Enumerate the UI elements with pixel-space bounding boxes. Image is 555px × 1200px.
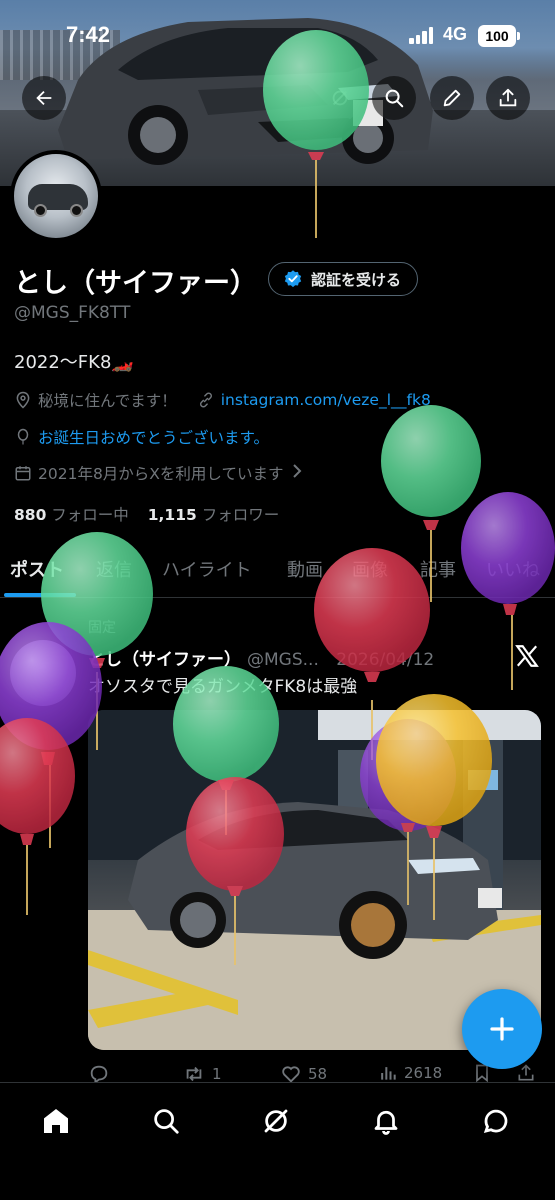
- get-verified-label: 認証を受ける: [311, 270, 402, 289]
- get-verified-button[interactable]: 認証を受ける: [268, 262, 419, 296]
- profile-meta-location-website: 秘境に住んでます！ instagram.com/veze_l__fk8: [14, 389, 431, 411]
- profile-avatar[interactable]: [10, 150, 102, 242]
- balloon-icon: [14, 428, 32, 446]
- tab-likes[interactable]: いいね: [486, 556, 540, 582]
- back-button[interactable]: [22, 76, 66, 120]
- profile-meta-birthday: お誕生日おめでとうございます。: [14, 426, 269, 448]
- pinned-label: 固定: [88, 620, 116, 636]
- compose-post-button[interactable]: [462, 989, 542, 1069]
- battery-icon: 100: [478, 25, 520, 47]
- profile-tabs: ポスト 返信 ハイライト 動画 画像 記事 いいね: [0, 540, 555, 598]
- message-bubble-icon: [483, 1109, 508, 1133]
- nav-home[interactable]: [36, 1101, 76, 1141]
- search-icon: [154, 1109, 179, 1134]
- like-count: 58: [308, 1065, 328, 1083]
- link-icon: [197, 391, 215, 409]
- search-icon: [385, 89, 404, 108]
- followers-link[interactable]: 1,115 フォロワー: [148, 506, 279, 524]
- tab-articles[interactable]: 記事: [420, 556, 456, 582]
- home-icon: [44, 1109, 68, 1133]
- share-button[interactable]: [486, 76, 530, 120]
- car-photo: [88, 710, 541, 1050]
- post-author-avatar[interactable]: [10, 640, 76, 706]
- cellular-signal-icon: [409, 26, 435, 44]
- nav-messages[interactable]: [476, 1101, 516, 1141]
- views-chart-icon: [381, 1067, 396, 1080]
- post-text: オソスタで見るガンメタFK8は最強: [88, 677, 358, 697]
- status-bar: 7:42 4G 100: [0, 0, 555, 70]
- following-link[interactable]: 880 フォロー中: [14, 506, 129, 524]
- user-handle: @MGS_FK8TT: [14, 303, 131, 323]
- grok-icon: [264, 1109, 288, 1133]
- share-icon: [499, 88, 517, 107]
- search-button[interactable]: [372, 76, 416, 120]
- post-author-name[interactable]: とし（サイファー）: [88, 650, 241, 670]
- plus-icon: [490, 1017, 514, 1041]
- follow-stats: 880 フォロー中 1,115 フォロワー: [14, 503, 279, 525]
- bell-icon: [374, 1110, 398, 1135]
- pencil-icon: [443, 89, 461, 107]
- view-count: 2618: [404, 1064, 443, 1082]
- nav-grok[interactable]: [256, 1101, 296, 1141]
- arrow-left-icon: [36, 90, 52, 106]
- active-tab-indicator: [4, 593, 76, 597]
- views-button[interactable]: 2618: [378, 1063, 442, 1083]
- nav-search[interactable]: [146, 1101, 186, 1141]
- website-link[interactable]: instagram.com/veze_l__fk8: [221, 391, 431, 409]
- tab-media[interactable]: 画像: [352, 556, 388, 582]
- chevron-right-icon: [291, 464, 303, 482]
- grok-button[interactable]: [318, 76, 362, 120]
- location-pin-icon: [14, 391, 32, 409]
- tab-highlights[interactable]: ハイライト: [162, 556, 252, 582]
- nav-notifications[interactable]: [366, 1101, 406, 1141]
- post-share-button[interactable]: [516, 1063, 536, 1083]
- birthday-text: お誕生日おめでとうございます。: [38, 429, 269, 447]
- tab-replies[interactable]: 返信: [96, 556, 132, 582]
- post-date: 2026/04/12: [336, 650, 435, 670]
- tab-videos[interactable]: 動画: [287, 556, 323, 582]
- edit-button[interactable]: [430, 76, 474, 120]
- balloon-red: [0, 718, 75, 915]
- verified-badge-icon: [284, 270, 302, 288]
- status-time: 7:42: [66, 22, 111, 47]
- post-image[interactable]: [88, 710, 541, 1050]
- bottom-navigation: [0, 1082, 555, 1200]
- post-header: とし（サイファー） @MGS... 2026/04/12: [88, 645, 434, 670]
- share-icon: [518, 1064, 534, 1081]
- profile-bio: 2022〜FK8🏎️: [14, 352, 134, 373]
- post-author-handle: @MGS...: [247, 650, 319, 670]
- display-name: とし（サイファー）: [14, 268, 257, 299]
- location-text: 秘境に住んでます！: [38, 392, 177, 410]
- grok-icon: [332, 90, 348, 106]
- repost-count: 1: [212, 1065, 222, 1083]
- x-logo-icon: [514, 643, 540, 676]
- network-type: 4G: [443, 24, 468, 44]
- joined-text: 2021年8月からXを利用しています: [38, 465, 284, 483]
- calendar-icon: [14, 464, 32, 482]
- tab-posts[interactable]: ポスト: [10, 556, 64, 582]
- profile-meta-joined[interactable]: 2021年8月からXを利用しています: [14, 462, 303, 484]
